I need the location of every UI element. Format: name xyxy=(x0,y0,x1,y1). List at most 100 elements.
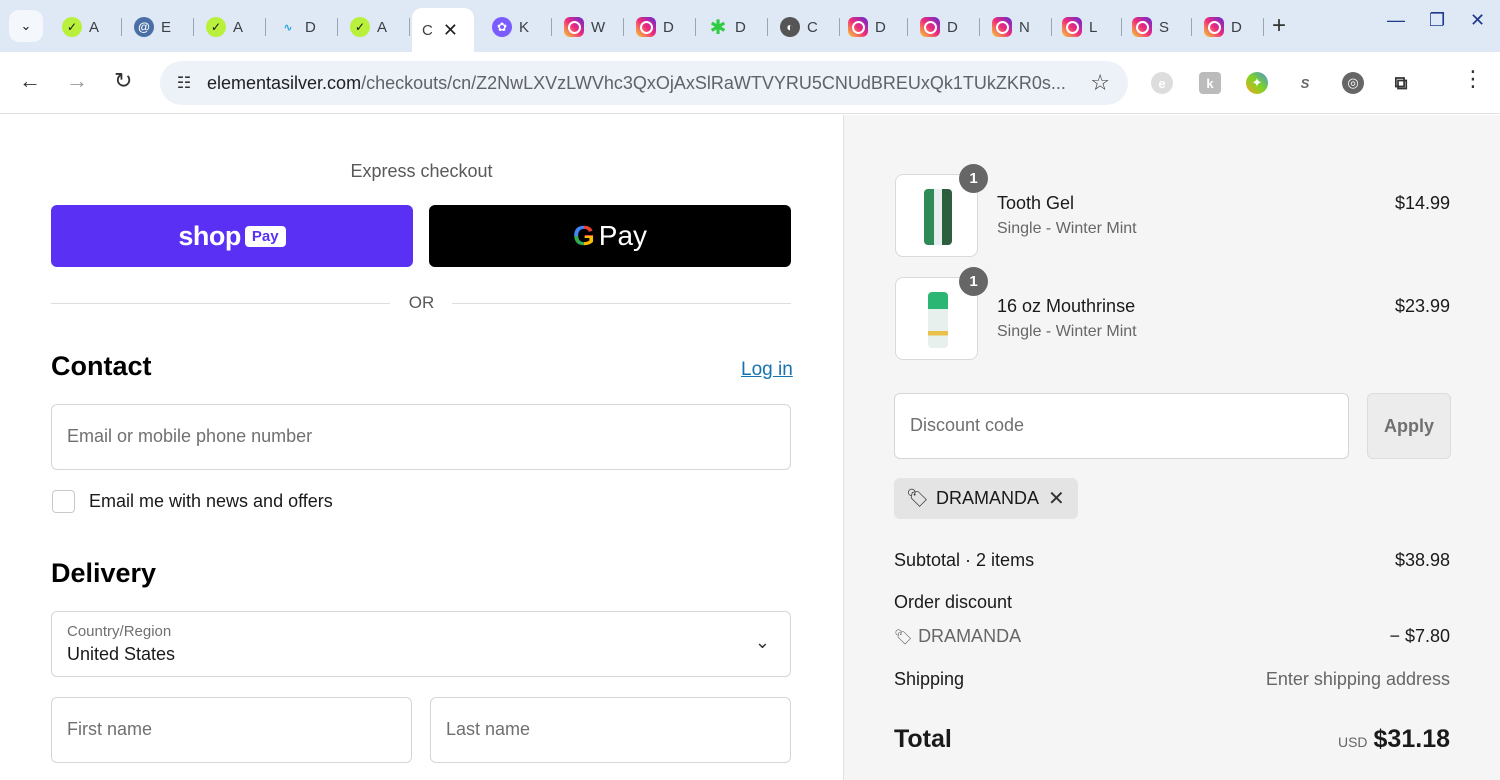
browser-tab[interactable]: W xyxy=(554,8,624,46)
browser-tab[interactable]: D xyxy=(838,8,908,46)
green-favicon-icon: ✓ xyxy=(62,17,82,37)
last-name-placeholder: Last name xyxy=(446,719,531,739)
browser-tab[interactable]: ✿ K xyxy=(482,8,552,46)
country-region-select[interactable]: Country/Region United States ⌄ xyxy=(51,611,791,677)
browser-tab[interactable]: @ E xyxy=(124,8,194,46)
tab-title: C xyxy=(422,21,433,39)
tab-strip: ⌄ ✓ A @ E ✓ A ∿ D ✓ A C ✕ ✿ K W D ✱ D ◐ C D D N L S D + — ❐ ✕ xyxy=(0,0,1500,52)
delivery-heading: Delivery xyxy=(51,558,157,588)
remove-discount-icon[interactable]: ✕ xyxy=(1048,486,1065,511)
browser-toolbar: ← → ↻ ☷ elementasilver.com/checkouts/cn/… xyxy=(0,52,1500,114)
browser-tab[interactable]: N xyxy=(982,8,1052,46)
browser-tab-active[interactable]: C ✕ xyxy=(412,8,474,52)
browser-tab[interactable]: ◐ C xyxy=(770,8,840,46)
wave-favicon-icon: ∿ xyxy=(283,21,293,34)
shop-pay-button[interactable]: shop Pay xyxy=(51,205,413,267)
extension-k-icon[interactable]: k xyxy=(1199,72,1221,94)
browser-tab[interactable]: ✓ A xyxy=(196,8,266,46)
green-favicon-icon: ✓ xyxy=(206,17,226,37)
item-thumbnail: 1 xyxy=(895,267,988,360)
insta-favicon-icon xyxy=(992,17,1012,37)
google-pay-button[interactable]: G Pay xyxy=(429,205,791,267)
email-field[interactable]: Email or mobile phone number xyxy=(51,404,791,470)
subtotal-label: Subtotal · 2 items xyxy=(894,550,1035,570)
extension-c-icon[interactable]: e xyxy=(1151,72,1173,94)
url-path: /checkouts/cn/Z2NwLXVzLWVhc3QxOjAxSlRaWT… xyxy=(361,73,1066,93)
browser-tab[interactable]: ∿ D xyxy=(268,8,338,46)
log-in-link[interactable]: Log in xyxy=(741,359,793,381)
spiral-favicon-icon: @ xyxy=(134,17,154,37)
shop-pay-wordmark: shop xyxy=(178,220,241,251)
total-label: Total xyxy=(894,725,952,753)
item-name: Tooth Gel xyxy=(997,193,1075,213)
insta-favicon-icon xyxy=(1132,17,1152,37)
last-name-field[interactable]: Last name xyxy=(430,697,791,763)
close-tab-icon[interactable]: ✕ xyxy=(443,20,458,41)
browser-tab[interactable]: D xyxy=(626,8,696,46)
extension-planet-icon[interactable]: ◎ xyxy=(1342,72,1364,94)
tab-search-button[interactable]: ⌄ xyxy=(9,10,43,42)
item-thumbnail: 1 xyxy=(895,164,988,257)
browser-menu-icon[interactable]: ⋮ xyxy=(1462,66,1484,92)
globe-favicon-icon: ◐ xyxy=(780,17,800,37)
item-price: $14.99 xyxy=(1394,193,1450,213)
order-discount-label: Order discount xyxy=(894,592,1013,612)
tab-separator xyxy=(767,18,768,36)
order-summary: 1 Tooth Gel Single - Winter Mint $14.99 … xyxy=(843,115,1500,780)
news-offers-checkbox[interactable] xyxy=(52,490,75,513)
minimize-button[interactable]: — xyxy=(1387,10,1405,31)
tag-icon: 🏷 xyxy=(906,488,929,508)
tab-separator xyxy=(1191,18,1192,36)
tag-icon: 🏷 xyxy=(894,629,914,646)
new-tab-button[interactable]: + xyxy=(1272,12,1286,40)
contact-heading: Contact xyxy=(51,351,152,381)
news-offers-label[interactable]: Email me with news and offers xyxy=(89,491,333,512)
country-region-label: Country/Region xyxy=(67,623,172,640)
extensions-puzzle-icon[interactable]: ⧉ xyxy=(1390,72,1412,94)
apply-discount-button[interactable]: Apply xyxy=(1367,393,1451,459)
address-bar[interactable]: ☷ elementasilver.com/checkouts/cn/Z2NwLX… xyxy=(160,61,1128,105)
tab-title: E xyxy=(161,18,172,36)
browser-tab[interactable]: D xyxy=(1194,8,1264,46)
currency-code: USD xyxy=(1337,734,1368,750)
tab-separator xyxy=(337,18,338,36)
browser-tab[interactable]: ✱ D xyxy=(698,8,768,46)
google-g-icon: G xyxy=(572,220,595,251)
site-info-icon[interactable]: ☷ xyxy=(172,71,196,95)
tab-separator xyxy=(551,18,552,36)
tab-title: D xyxy=(1231,18,1242,36)
forward-button[interactable]: → xyxy=(66,68,88,94)
email-placeholder: Email or mobile phone number xyxy=(67,426,313,446)
extension-colorful-icon[interactable]: ✦ xyxy=(1246,72,1268,94)
insta-favicon-icon xyxy=(636,17,656,37)
discount-code-row: 🏷 DRAMANDA xyxy=(894,626,1021,647)
applied-discount-chip: 🏷 DRAMANDA ✕ xyxy=(894,478,1078,519)
first-name-field[interactable]: First name xyxy=(51,697,412,763)
url-text[interactable]: elementasilver.com/checkouts/cn/Z2NwLXVz… xyxy=(207,73,1077,94)
express-checkout-title: Express checkout xyxy=(350,161,493,181)
tab-separator xyxy=(623,18,624,36)
extension-s-icon[interactable]: S xyxy=(1294,72,1316,94)
browser-tab[interactable]: L xyxy=(1052,8,1122,46)
discount-code-name: DRAMANDA xyxy=(918,626,1022,646)
browser-tab[interactable]: ✓ A xyxy=(340,8,410,46)
close-window-button[interactable]: ✕ xyxy=(1470,10,1485,31)
bookmark-star-icon[interactable]: ☆ xyxy=(1090,70,1110,96)
tab-separator xyxy=(121,18,122,36)
insta-favicon-icon xyxy=(920,17,940,37)
tab-separator xyxy=(409,18,410,36)
tab-title: L xyxy=(1089,18,1098,36)
browser-tab[interactable]: D xyxy=(910,8,980,46)
reload-button[interactable]: ↻ xyxy=(114,68,132,94)
tab-title: D xyxy=(875,18,886,36)
browser-tab[interactable]: ✓ A xyxy=(52,8,122,46)
browser-tab[interactable]: S xyxy=(1122,8,1192,46)
discount-code-input[interactable]: Discount code xyxy=(894,393,1349,459)
back-button[interactable]: ← xyxy=(19,68,41,94)
restore-button[interactable]: ❐ xyxy=(1429,10,1445,31)
total-value: $31.18 xyxy=(1373,725,1450,753)
chevron-down-icon: ⌄ xyxy=(754,632,770,652)
applied-discount-code: DRAMANDA xyxy=(936,488,1040,508)
tab-title: K xyxy=(519,18,530,36)
item-variant: Single - Winter Mint xyxy=(997,220,1137,237)
